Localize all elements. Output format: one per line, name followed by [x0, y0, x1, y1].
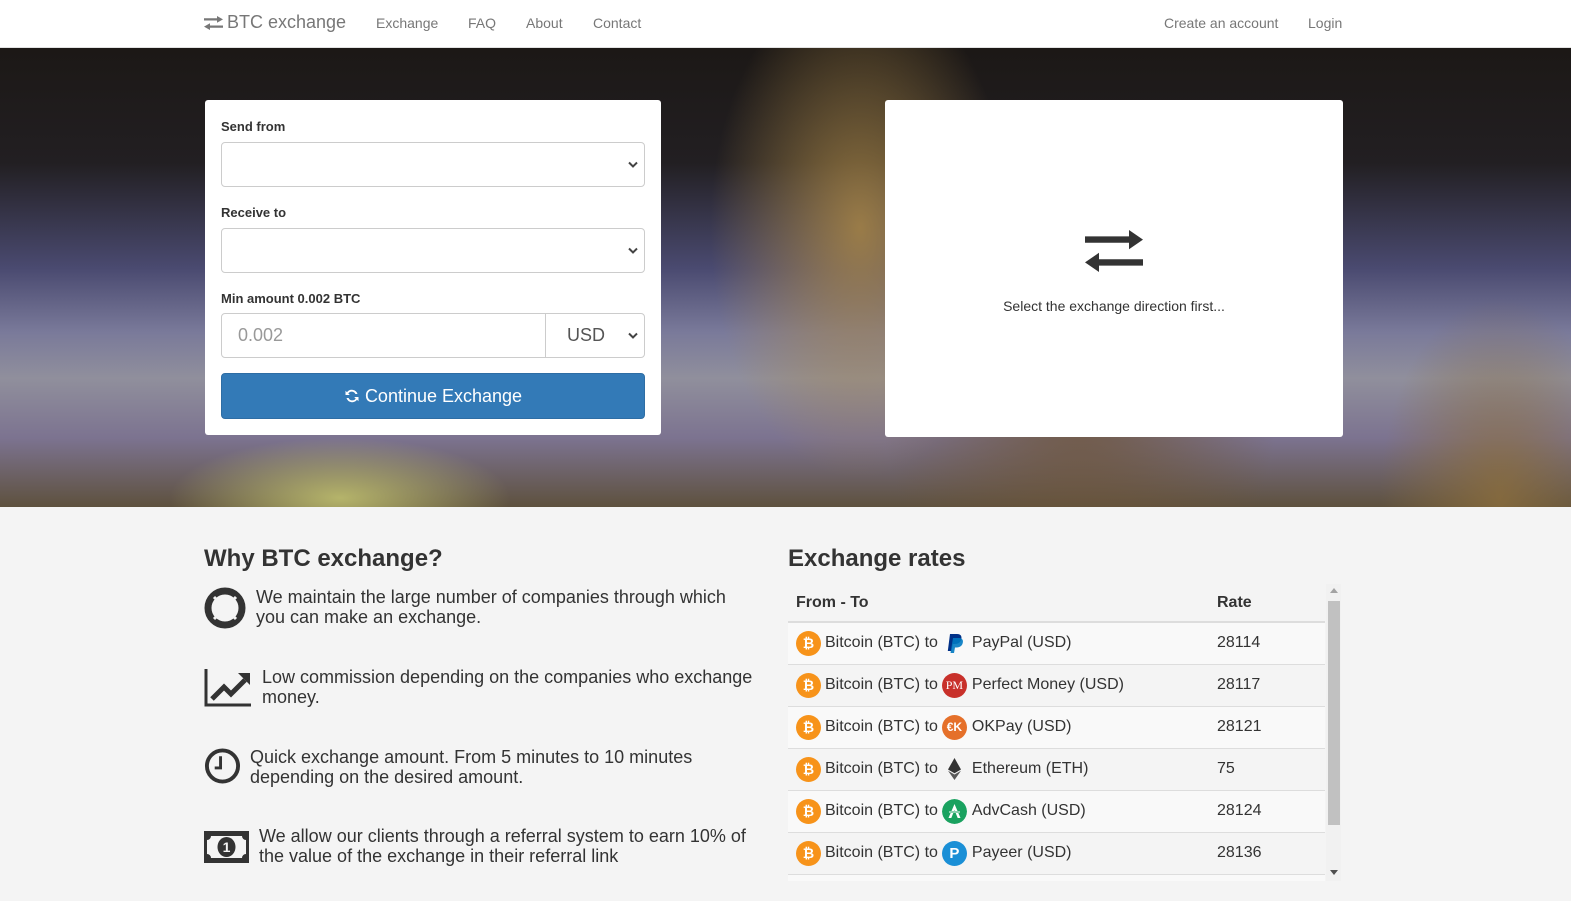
col-from-to: From - To: [788, 584, 1209, 623]
brand-link[interactable]: BTC exchange: [204, 12, 346, 33]
perfect-money-icon: PM: [941, 672, 967, 698]
exchange-arrows-icon: [204, 15, 223, 30]
to-currency: Payeer (USD): [971, 844, 1072, 861]
bitcoin-icon: ₿: [796, 672, 821, 698]
rate-value: 75: [1209, 748, 1325, 791]
advcash-icon: [941, 798, 967, 824]
from-currency: Bitcoin (BTC) to: [825, 844, 938, 861]
bitcoin-icon: ₿: [796, 756, 821, 782]
amount-input-group: 0.002 USD: [221, 313, 645, 358]
rate-value: 28121: [1209, 706, 1325, 749]
table-row[interactable]: ₿ Bitcoin (BTC) to PM Perfect Money (USD…: [788, 664, 1325, 707]
feature-item: Quick exchange amount. From 5 minutes to…: [204, 747, 750, 787]
continue-exchange-button[interactable]: Continue Exchange: [221, 373, 645, 419]
to-currency: AdvCash (USD): [971, 802, 1086, 819]
info-message: Select the exchange direction first...: [1003, 298, 1225, 314]
rate-value: 28124: [1209, 790, 1325, 833]
rates-header-row: From - To Rate: [788, 584, 1325, 623]
line-chart-icon: [204, 669, 251, 707]
clock-icon: [204, 748, 241, 784]
receive-to-select[interactable]: [221, 228, 645, 273]
nav-faq[interactable]: FAQ: [468, 15, 496, 31]
table-row[interactable]: ₿ Bitcoin (BTC) to €K OKPay (USD) 28121: [788, 706, 1325, 749]
feature-text: We maintain the large number of companie…: [256, 587, 726, 627]
hero-banner: Send from Receive to Min amount 0.002 BT…: [0, 48, 1571, 507]
feature-item: 1 We allow our clients through a referra…: [204, 826, 759, 866]
lifebuoy-icon: [204, 587, 246, 629]
nav-login[interactable]: Login: [1308, 15, 1342, 31]
svg-text:1: 1: [223, 839, 231, 855]
rates-title: Exchange rates: [788, 545, 966, 572]
currency-selected: USD: [567, 325, 606, 345]
table-row[interactable]: ₿ Bitcoin (BTC) to AdvCash (USD) 28124: [788, 790, 1325, 833]
paypal-icon: [947, 633, 963, 653]
continue-exchange-label: Continue Exchange: [364, 385, 523, 406]
exchange-arrows-icon: [1085, 230, 1143, 272]
receive-to-label: Receive to: [221, 205, 287, 220]
money-bill-icon: 1: [204, 831, 249, 863]
to-currency: OKPay (USD): [971, 718, 1072, 735]
table-row[interactable]: ₿ Bitcoin (BTC) to PayPal (USD) 28114: [788, 622, 1325, 665]
table-row[interactable]: [788, 874, 1325, 881]
from-currency: Bitcoin (BTC) to: [825, 760, 938, 777]
to-currency: Ethereum (ETH): [971, 760, 1089, 777]
to-currency: PayPal (USD): [971, 634, 1072, 652]
from-currency: Bitcoin (BTC) to: [825, 634, 938, 652]
send-from-label: Send from: [221, 119, 286, 134]
col-rate: Rate: [1209, 584, 1325, 623]
top-navbar: BTC exchange Exchange FAQ About Contact …: [0, 0, 1571, 48]
bitcoin-icon: ₿: [796, 714, 821, 740]
chevron-down-icon: [628, 332, 638, 339]
rates-table-container: From - To Rate ₿ Bitcoin (BTC) to PayPal…: [788, 584, 1342, 881]
scroll-up-arrow-icon[interactable]: [1330, 588, 1338, 593]
to-currency: Perfect Money (USD): [971, 676, 1124, 693]
feature-text: We allow our clients through a referral …: [259, 826, 746, 866]
feature-item: Low commission depending on the companie…: [204, 667, 762, 707]
from-currency: Bitcoin (BTC) to: [825, 718, 938, 735]
exchange-form-card: Send from Receive to Min amount 0.002 BT…: [205, 100, 661, 435]
nav-exchange[interactable]: Exchange: [376, 15, 438, 31]
min-amount-label: Min amount 0.002 BTC: [221, 291, 361, 306]
table-row[interactable]: ₿ Bitcoin (BTC) to Ethereum (ETH) 75: [788, 748, 1325, 791]
okpay-icon: €K: [941, 714, 967, 740]
bitcoin-icon: ₿: [796, 840, 821, 866]
rate-value: 28117: [1209, 664, 1325, 707]
rates-scrollbar[interactable]: [1326, 584, 1341, 881]
feature-text: Quick exchange amount. From 5 minutes to…: [250, 747, 693, 787]
feature-item: We maintain the large number of companie…: [204, 587, 756, 629]
bitcoin-icon: ₿: [796, 630, 821, 656]
from-currency: Bitcoin (BTC) to: [825, 802, 938, 819]
brand-name: BTC exchange: [227, 12, 347, 32]
why-title: Why BTC exchange?: [204, 545, 443, 572]
feature-text: Low commission depending on the companie…: [262, 667, 753, 707]
rate-value: 28114: [1209, 622, 1325, 665]
send-from-select[interactable]: [221, 142, 645, 187]
bitcoin-icon: ₿: [796, 798, 821, 824]
nav-about[interactable]: About: [526, 15, 563, 31]
ethereum-icon: [947, 757, 961, 780]
from-currency: Bitcoin (BTC) to: [825, 676, 938, 693]
exchange-info-card: Select the exchange direction first...: [885, 100, 1343, 437]
chevron-down-icon: [628, 247, 638, 254]
chevron-down-icon: [628, 161, 638, 168]
refresh-icon: [345, 389, 359, 403]
table-row[interactable]: ₿ Bitcoin (BTC) to P Payeer (USD) 28136: [788, 832, 1325, 875]
scroll-thumb[interactable]: [1328, 601, 1340, 825]
payeer-icon: P: [941, 840, 967, 866]
currency-select[interactable]: USD: [545, 313, 645, 358]
amount-input[interactable]: 0.002: [221, 313, 546, 358]
rate-value: 28136: [1209, 832, 1325, 875]
nav-contact[interactable]: Contact: [593, 15, 641, 31]
scroll-down-arrow-icon[interactable]: [1330, 870, 1338, 875]
rates-table: From - To Rate ₿ Bitcoin (BTC) to PayPal…: [788, 584, 1325, 881]
nav-create-account[interactable]: Create an account: [1164, 15, 1278, 31]
